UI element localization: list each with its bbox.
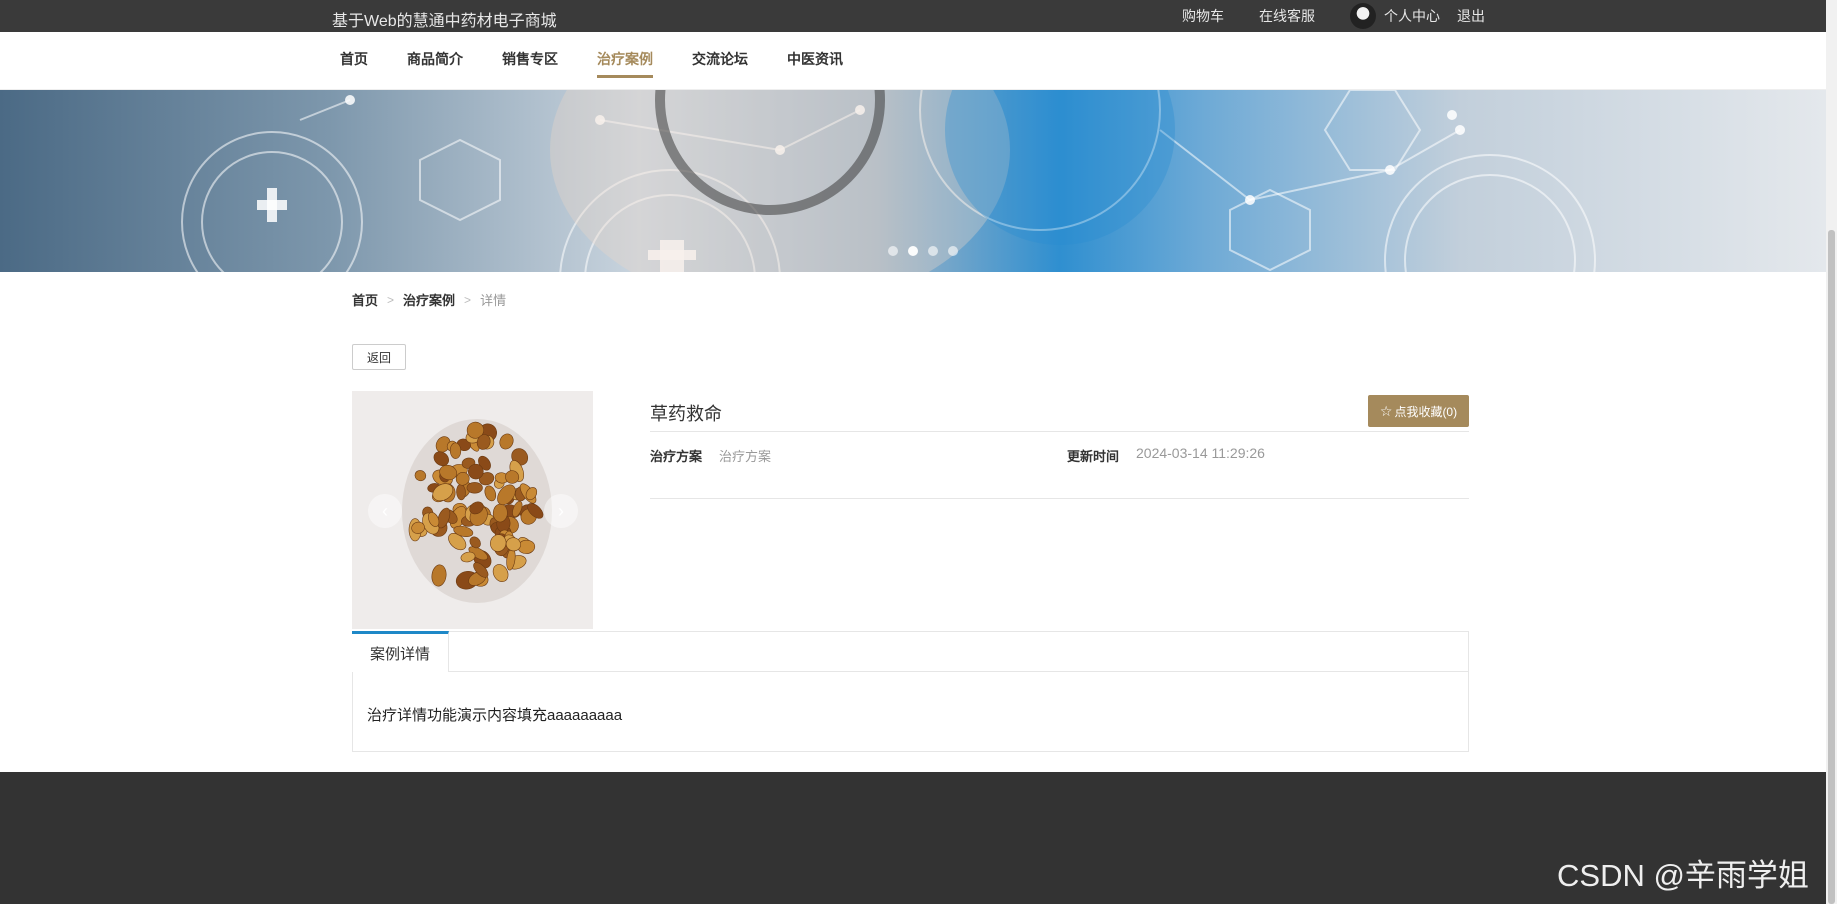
divider xyxy=(650,431,1469,432)
breadcrumb-separator: > xyxy=(464,292,472,307)
favorite-button[interactable]: ☆ 点我收藏(0) xyxy=(1368,395,1469,427)
cart-link[interactable]: 购物车 xyxy=(1182,6,1224,26)
nav-item-home[interactable]: 首页 xyxy=(340,32,368,90)
plan-value: 治疗方案 xyxy=(719,449,772,464)
site-title: 基于Web的慧通中药材电子商城 xyxy=(332,13,557,30)
nav-item-news[interactable]: 中医资讯 xyxy=(787,32,843,90)
footer xyxy=(0,772,1826,904)
carousel-dots xyxy=(888,246,968,256)
carousel-dot[interactable] xyxy=(888,246,898,256)
breadcrumb-cases[interactable]: 治疗案例 xyxy=(403,290,455,309)
breadcrumb-home[interactable]: 首页 xyxy=(352,290,378,309)
gallery-prev-button[interactable]: ‹ xyxy=(368,494,402,528)
case-detail-panel: 案例详情 治疗详情功能演示内容填充aaaaaaaaa xyxy=(352,631,1469,752)
top-links: 购物车 在线客服 个人中心 退出 xyxy=(1147,0,1485,32)
scrollbar-thumb[interactable] xyxy=(1828,230,1835,904)
tab-case-detail[interactable]: 案例详情 xyxy=(352,631,449,672)
case-title: 草药救命 xyxy=(650,404,722,424)
case-detail-content: 治疗详情功能演示内容填充aaaaaaaaa xyxy=(367,707,623,724)
page: { "topbar": { "site_title": "基于Web的慧通中药材… xyxy=(0,0,1837,904)
logout-link[interactable]: 退出 xyxy=(1457,6,1485,26)
banner-graphic xyxy=(181,90,1596,272)
main-nav: 首页 商品简介 销售专区 治疗案例 交流论坛 中医资讯 xyxy=(0,32,1826,90)
carousel-dot[interactable] xyxy=(908,246,918,256)
hero-banner xyxy=(0,90,1826,272)
nav-item-products[interactable]: 商品简介 xyxy=(407,32,463,90)
breadcrumb-separator: > xyxy=(387,292,395,307)
star-icon: ☆ xyxy=(1379,402,1393,419)
tab-bar: 案例详情 xyxy=(352,631,1468,672)
favorite-label: 点我收藏(0) xyxy=(1394,404,1458,419)
updated-label: 更新时间 xyxy=(1067,449,1120,464)
divider xyxy=(650,498,1469,499)
carousel-dot[interactable] xyxy=(948,246,958,256)
top-bar: 基于Web的慧通中药材电子商城 购物车 在线客服 个人中心 退出 xyxy=(0,0,1826,32)
avatar[interactable] xyxy=(1350,3,1376,29)
back-button[interactable]: 返回 xyxy=(352,344,406,370)
breadcrumb-current: 详情 xyxy=(480,293,507,308)
gallery-next-button[interactable]: › xyxy=(544,494,578,528)
nav-item-cases[interactable]: 治疗案例 xyxy=(597,32,653,90)
online-service-link[interactable]: 在线客服 xyxy=(1259,6,1315,26)
updated-value: 2024-03-14 11:29:26 xyxy=(1136,445,1265,461)
case-image-gallery: ‹ › xyxy=(352,391,593,629)
nav-item-forum[interactable]: 交流论坛 xyxy=(692,32,748,90)
watermark: CSDN @辛雨学姐 xyxy=(1557,858,1809,893)
carousel-dot[interactable] xyxy=(928,246,938,256)
plan-label: 治疗方案 xyxy=(650,449,703,464)
user-center-link[interactable]: 个人中心 xyxy=(1384,6,1440,26)
scrollbar[interactable] xyxy=(1826,0,1837,904)
nav-item-sales[interactable]: 销售专区 xyxy=(502,32,558,90)
breadcrumb: 首页 > 治疗案例 > 详情 xyxy=(352,290,506,309)
